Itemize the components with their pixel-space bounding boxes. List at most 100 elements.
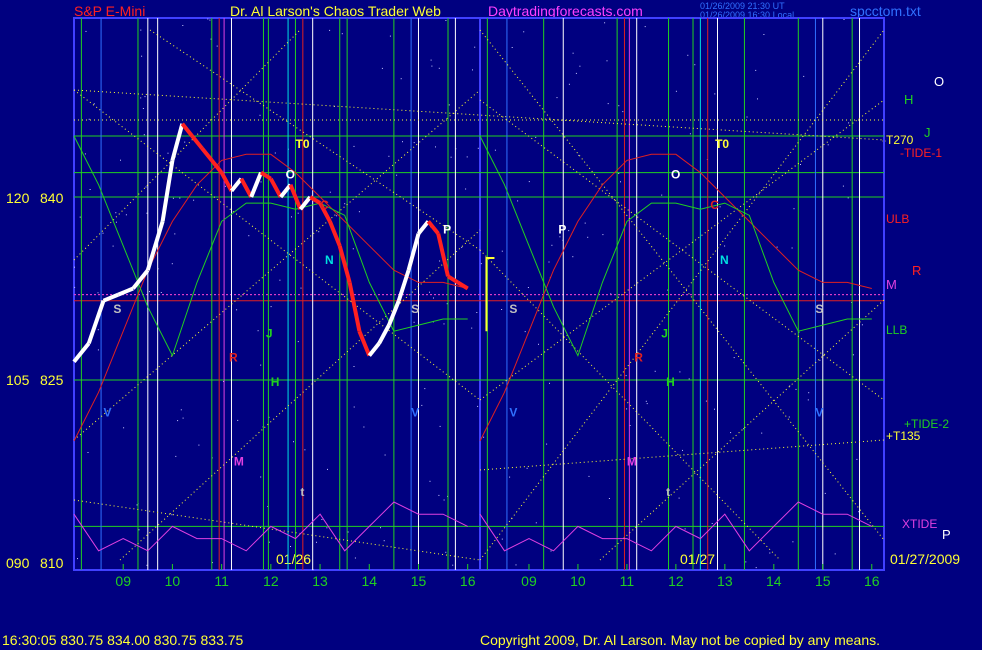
- star-dot: [443, 499, 445, 501]
- x-tick-label: 13: [717, 573, 733, 589]
- star-dot: [421, 404, 423, 406]
- marker-t: t: [666, 485, 670, 499]
- star-dot: [260, 364, 262, 366]
- star-dot: [472, 69, 473, 71]
- star-dot: [193, 199, 195, 201]
- star-dot: [800, 164, 801, 165]
- star-dot: [852, 354, 854, 356]
- star-dot: [429, 291, 430, 293]
- star-dot: [439, 425, 441, 427]
- star-dot: [587, 236, 589, 238]
- marker-o: O: [286, 168, 295, 182]
- price-segment: [456, 280, 469, 291]
- star-dot: [848, 122, 850, 124]
- star-dot: [431, 65, 433, 67]
- star-dot: [769, 552, 771, 554]
- x-tick-label: 15: [411, 573, 427, 589]
- star-dot: [477, 147, 479, 149]
- star-dot: [260, 476, 262, 478]
- star-dot: [413, 142, 415, 144]
- star-dot: [89, 189, 91, 190]
- x-tick-label: 11: [620, 573, 635, 589]
- star-dot: [679, 371, 681, 373]
- star-dot: [430, 59, 432, 61]
- star-dot: [515, 564, 517, 566]
- star-dot: [388, 155, 390, 157]
- star-dot: [97, 329, 99, 331]
- star-dot: [620, 181, 621, 183]
- star-dot: [466, 156, 468, 158]
- x-tick-label: 12: [668, 573, 684, 589]
- star-dot: [389, 35, 391, 37]
- price-segment: [269, 177, 283, 198]
- price-segment: [219, 171, 234, 192]
- x-axis-ticks: 09 10 11 12 13 14 15 16 09 10 11 12 13 14 15 16: [115, 564, 880, 589]
- star-dot: [77, 558, 78, 560]
- star-dot: [550, 550, 552, 552]
- star-dot: [501, 538, 503, 540]
- price-segment: [328, 220, 342, 247]
- star-dot: [236, 309, 238, 311]
- star-dot: [198, 444, 200, 446]
- star-dot: [661, 194, 663, 196]
- star-dot: [400, 78, 402, 80]
- star-dot: [259, 114, 261, 116]
- star-dot: [480, 263, 482, 265]
- star-dot: [843, 19, 845, 20]
- star-dot: [793, 208, 795, 210]
- star-dot: [452, 564, 454, 566]
- star-dot: [304, 449, 306, 451]
- star-dot: [694, 64, 696, 66]
- marker-r: R: [229, 351, 238, 365]
- star-dot: [714, 93, 716, 95]
- star-dot: [300, 287, 302, 289]
- star-dot: [384, 454, 386, 456]
- star-dot: [604, 22, 606, 24]
- star-dot: [755, 567, 757, 569]
- series-lines: [72, 122, 873, 552]
- marker-n: N: [720, 253, 729, 267]
- star-dot: [171, 514, 173, 516]
- star-dot: [424, 388, 426, 390]
- star-dot: [216, 45, 218, 47]
- marker-j: J: [266, 326, 273, 340]
- diagonal-line: [73, 29, 301, 261]
- star-dot: [761, 432, 763, 434]
- price-segment: [131, 268, 150, 290]
- marker-v: V: [104, 406, 112, 420]
- star-dot: [141, 55, 143, 57]
- diagonal-line: [479, 249, 781, 561]
- star-dot: [745, 561, 747, 563]
- price-segment: [367, 342, 381, 357]
- star-dot: [84, 153, 86, 155]
- star-dot: [438, 67, 440, 69]
- star-dot: [494, 149, 496, 151]
- star-dot: [160, 292, 162, 293]
- star-dot: [730, 432, 732, 434]
- star-dot: [477, 405, 479, 407]
- star-dot: [248, 235, 250, 237]
- marker-c: C: [710, 198, 719, 212]
- star-dot: [757, 98, 758, 100]
- star-dot: [548, 261, 550, 263]
- star-dot: [115, 221, 117, 223]
- star-dot: [733, 357, 735, 359]
- star-dot: [501, 250, 503, 252]
- star-dot: [827, 144, 829, 146]
- star-dot: [182, 417, 184, 419]
- star-dot: [297, 212, 299, 214]
- star-dot: [776, 246, 778, 248]
- star-dot: [413, 321, 415, 323]
- star-dot: [645, 400, 647, 402]
- star-dot: [755, 69, 757, 71]
- star-dot: [511, 47, 513, 48]
- price-segment: [117, 286, 134, 297]
- star-dot: [184, 141, 186, 143]
- star-dot: [435, 146, 436, 148]
- star-dot: [807, 399, 809, 401]
- star-dot: [321, 519, 323, 520]
- marker-s: S: [113, 302, 121, 316]
- star-dot: [602, 234, 604, 236]
- star-dot: [474, 46, 476, 48]
- star-dot: [445, 551, 447, 553]
